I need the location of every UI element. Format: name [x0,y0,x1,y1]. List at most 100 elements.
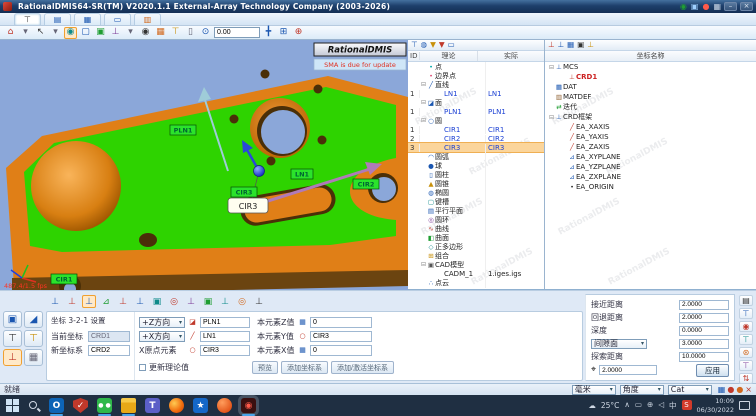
expander-icon[interactable]: ⊟ [548,114,555,121]
theory-column-header[interactable]: 理论 [420,51,478,61]
probe-icon-2[interactable]: ⊤ [739,334,753,345]
chat-tab-icon[interactable]: ▭ [104,13,131,25]
expander-icon[interactable]: ⊟ [420,99,427,106]
magnifier-icon[interactable]: ◉ [739,321,753,332]
action-button[interactable]: 预览 [252,361,278,374]
sphere-app-icon[interactable] [217,398,232,413]
csys-icon-2[interactable]: ⊥ [65,295,79,308]
funnel-red-icon[interactable]: ▼ [439,41,445,49]
rationaldmis-icon[interactable]: ◉ [241,398,256,413]
color-palette-icon[interactable]: ▦ [154,27,167,39]
csys-icon-5[interactable]: ⊥ [116,295,130,308]
coordinate-tree-row[interactable]: MATDEF [545,92,756,102]
globe-icon[interactable]: ◍ [421,41,428,49]
plane-measure-icon[interactable]: ◢ [24,311,43,328]
coordinate-tree-row[interactable]: EA_ZAXIS [545,142,756,152]
window-switch-icon[interactable]: ▣ [691,3,699,11]
expander-icon[interactable]: ⊟ [548,64,555,71]
search-distance-input[interactable] [679,352,729,362]
move-cross-icon[interactable]: ╋ [262,27,275,39]
expander-icon[interactable]: ⊟ [420,81,427,88]
outlook-icon[interactable]: O [49,398,64,413]
feature-tree-row[interactable]: 点云 [408,278,544,287]
chevron-down-icon[interactable]: ▾ [49,27,62,39]
probe-filter-icon[interactable]: ⊤ [411,41,418,49]
y-value-input[interactable] [310,331,372,342]
probe-tab-icon[interactable]: ⊤ [14,13,41,25]
layers-cube-icon[interactable]: ▣ [94,27,107,39]
cir3-label[interactable]: CIR3 [231,187,257,197]
chevron-down-icon[interactable]: ▾ [124,27,137,39]
capture-icon[interactable]: ▦ [713,3,721,11]
apply-button[interactable]: 应用 [696,364,729,377]
csys-icon-13[interactable]: ⊥ [252,295,266,308]
cursor-icon[interactable]: ↖ [34,27,47,39]
eye-icon[interactable]: ◉ [139,27,152,39]
orbit-rotate-icon[interactable]: ◉ [64,27,77,39]
feature-tree-row[interactable]: ⊟ CAD模型 [408,260,544,269]
depth-input[interactable] [679,326,729,336]
axis-triad-icon[interactable]: ⊥ [109,27,122,39]
x-direction-select[interactable]: +X方向 [139,331,185,342]
pln1-label[interactable]: PLN1 [170,125,196,135]
csys-icon-9[interactable]: ⊥ [184,295,198,308]
coordinate-tree-row[interactable]: 迭代 [545,102,756,112]
gear-icon[interactable]: ⊛ [739,347,753,358]
layers-tab-icon[interactable]: ▥ [134,13,161,25]
origin-sphere[interactable] [254,166,265,177]
retract-distance-input[interactable] [679,313,729,323]
teams-icon[interactable]: T [145,398,160,413]
table-tab-icon[interactable]: ▦ [74,13,101,25]
firefox-icon[interactable] [169,398,184,413]
monitor-icon[interactable]: ▭ [448,41,455,49]
probe-tool-icon[interactable]: ⊤ [3,330,22,347]
weather-icon[interactable]: ☁ [588,401,596,410]
axis-gold-icon[interactable]: ⊥ [587,41,594,49]
feature-tree-row[interactable]: ⊟ 面 [408,98,544,107]
coordinate-tree-row[interactable]: EA_YZPLANE [545,162,756,172]
home-icon[interactable]: ⌂ [4,27,17,39]
coordinate-tree-row[interactable]: EA_XAXIS [545,122,756,132]
marquee-select-icon[interactable]: ▢ [79,27,92,39]
alert-dot-icon[interactable]: ● [736,385,743,394]
probe-pair-icon[interactable]: ⊕ [292,27,305,39]
clearance-plane-input[interactable] [679,339,729,349]
explorer-icon[interactable] [121,398,136,413]
coordinate-system-icon[interactable]: ⊥ [3,349,22,366]
csys-icon-3[interactable]: ⊥ [82,295,96,308]
current-coordinate-input[interactable] [88,331,130,342]
cir1-label[interactable]: CIR1 [51,274,77,284]
coordinate-tree-row[interactable]: ⊟ MCS [545,62,756,72]
tolerance-input[interactable] [214,27,260,38]
approach-distance-input[interactable] [679,300,729,310]
security-shield-icon[interactable]: ✓ [73,398,88,413]
printer-icon[interactable]: ▤ [739,295,753,306]
ime-chinese-icon[interactable]: 中 [669,400,677,411]
units-select[interactable]: 毫米 [572,385,616,395]
probe-distance-input[interactable] [599,365,657,375]
z-feature-input[interactable] [200,317,250,328]
feature-tree-row[interactable]: 2 CIR2 CIR2 [408,134,544,143]
csys-icon-10[interactable]: ▣ [201,295,215,308]
cir2-label[interactable]: CIR2 [353,179,379,189]
search-button[interactable] [28,400,40,412]
sync-icon[interactable]: ⇅ [739,373,753,384]
expander-icon[interactable]: ⊟ [420,117,427,124]
camera-icon[interactable]: ▣ [577,41,584,49]
angle-select[interactable]: 角度 [620,385,664,395]
origin-feature-input[interactable] [200,345,250,356]
csys-icon-4[interactable]: ⊿ [99,295,113,308]
axis-tab-icon[interactable]: ⊥ [548,41,555,49]
probe-angle-icon[interactable]: ⊤ [169,27,182,39]
display-icon[interactable]: ▭ [635,400,642,411]
record-icon[interactable]: ● [702,3,709,11]
coordinate-tree-row[interactable]: CRD1 [545,72,756,82]
axis-add-icon[interactable]: ⊥ [558,41,565,49]
coordinate-name-column-header[interactable]: 坐标名称 [545,51,756,61]
chevron-down-icon[interactable]: ▾ [19,27,32,39]
trash-icon[interactable]: ▯ [184,27,197,39]
counterbore-hole[interactable] [261,110,305,154]
csys-icon-12[interactable]: ◎ [235,295,249,308]
funnel-yellow-icon[interactable]: ▼ [430,41,436,49]
probe-icon-3[interactable]: ⊤ [739,360,753,371]
